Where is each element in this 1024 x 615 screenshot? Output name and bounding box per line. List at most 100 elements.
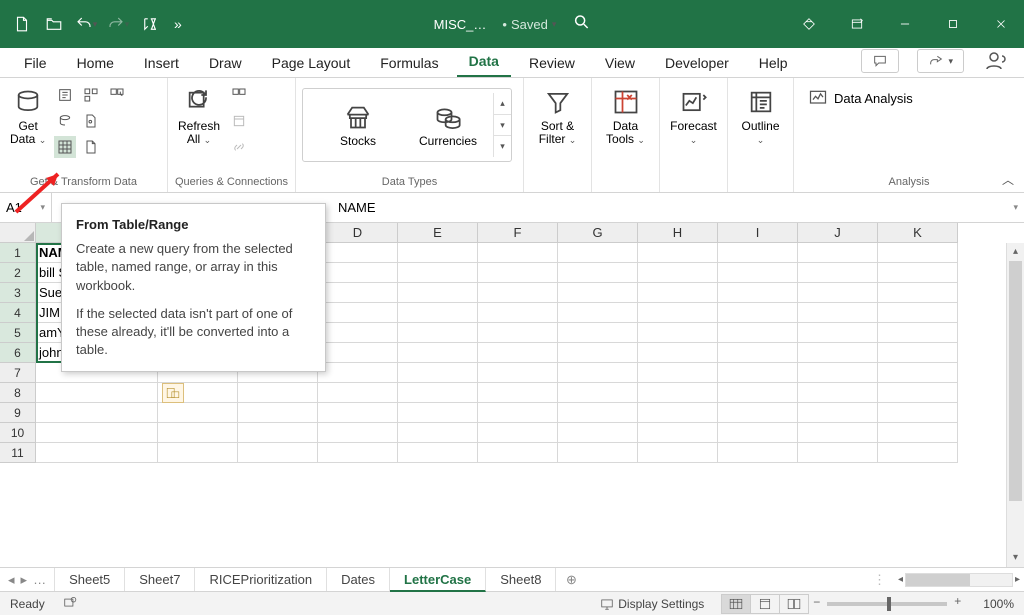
cell-I2[interactable] bbox=[718, 263, 798, 283]
cell-G1[interactable] bbox=[558, 243, 638, 263]
cell-H10[interactable] bbox=[638, 423, 718, 443]
cell-G5[interactable] bbox=[558, 323, 638, 343]
queries-connections-icon[interactable] bbox=[228, 84, 250, 106]
row-header-9[interactable]: 9 bbox=[0, 403, 36, 423]
cell-E9[interactable] bbox=[398, 403, 478, 423]
comments-button[interactable] bbox=[861, 49, 899, 73]
view-normal-button[interactable] bbox=[721, 594, 751, 614]
cell-D3[interactable] bbox=[318, 283, 398, 303]
cell-I5[interactable] bbox=[718, 323, 798, 343]
cell-K10[interactable] bbox=[878, 423, 958, 443]
redo-icon[interactable]: ▾ bbox=[104, 10, 132, 38]
cell-I7[interactable] bbox=[718, 363, 798, 383]
cell-J4[interactable] bbox=[798, 303, 878, 323]
refresh-all-button[interactable]: Refresh All ⌄ bbox=[174, 84, 224, 148]
cell-D11[interactable] bbox=[318, 443, 398, 463]
cell-K7[interactable] bbox=[878, 363, 958, 383]
cell-E11[interactable] bbox=[398, 443, 478, 463]
cell-J1[interactable] bbox=[798, 243, 878, 263]
add-sheet-button[interactable]: ⊕ bbox=[556, 568, 586, 591]
forecast-button[interactable]: Forecast⌄ bbox=[666, 84, 721, 148]
col-header-F[interactable]: F bbox=[478, 223, 558, 243]
cell-E8[interactable] bbox=[398, 383, 478, 403]
cell-D7[interactable] bbox=[318, 363, 398, 383]
cell-I4[interactable] bbox=[718, 303, 798, 323]
data-tools-button[interactable]: Data Tools ⌄ bbox=[602, 84, 649, 148]
cell-D4[interactable] bbox=[318, 303, 398, 323]
minimize-button[interactable] bbox=[882, 0, 928, 48]
col-header-D[interactable]: D bbox=[318, 223, 398, 243]
cell-F9[interactable] bbox=[478, 403, 558, 423]
cell-E3[interactable] bbox=[398, 283, 478, 303]
from-web-icon[interactable] bbox=[80, 84, 102, 106]
cell-D5[interactable] bbox=[318, 323, 398, 343]
row-header-6[interactable]: 6 bbox=[0, 343, 36, 363]
cell-K5[interactable] bbox=[878, 323, 958, 343]
cell-G8[interactable] bbox=[558, 383, 638, 403]
cell-K6[interactable] bbox=[878, 343, 958, 363]
cell-D1[interactable] bbox=[318, 243, 398, 263]
cell-J11[interactable] bbox=[798, 443, 878, 463]
view-page-break-button[interactable] bbox=[779, 594, 809, 614]
col-header-J[interactable]: J bbox=[798, 223, 878, 243]
zoom-slider[interactable] bbox=[827, 602, 947, 606]
cell-F8[interactable] bbox=[478, 383, 558, 403]
cell-D9[interactable] bbox=[318, 403, 398, 423]
sheet-tab-sheet7[interactable]: Sheet7 bbox=[125, 568, 195, 591]
sheet-tab-riceprioritization[interactable]: RICEPrioritization bbox=[195, 568, 327, 591]
sheet-tab-sheet5[interactable]: Sheet5 bbox=[55, 568, 125, 591]
from-picture-icon[interactable] bbox=[80, 110, 102, 132]
cell-A10[interactable] bbox=[36, 423, 158, 443]
display-settings-icon[interactable]: Display Settings bbox=[600, 597, 704, 611]
cell-D10[interactable] bbox=[318, 423, 398, 443]
cell-K3[interactable] bbox=[878, 283, 958, 303]
cell-E7[interactable] bbox=[398, 363, 478, 383]
row-header-7[interactable]: 7 bbox=[0, 363, 36, 383]
recent-sources-icon[interactable] bbox=[106, 84, 128, 106]
cell-B10[interactable] bbox=[158, 423, 238, 443]
cell-E4[interactable] bbox=[398, 303, 478, 323]
sort-filter-button[interactable]: Sort & Filter ⌄ bbox=[535, 84, 581, 148]
cell-K11[interactable] bbox=[878, 443, 958, 463]
cell-K1[interactable] bbox=[878, 243, 958, 263]
cell-A8[interactable] bbox=[36, 383, 158, 403]
undo-icon[interactable]: ▾ bbox=[72, 10, 100, 38]
data-analysis-button[interactable]: Data Analysis bbox=[800, 84, 921, 112]
cell-C8[interactable] bbox=[238, 383, 318, 403]
saved-status[interactable]: • Saved ▾ bbox=[502, 17, 556, 32]
cell-I9[interactable] bbox=[718, 403, 798, 423]
col-header-E[interactable]: E bbox=[398, 223, 478, 243]
cell-G11[interactable] bbox=[558, 443, 638, 463]
maximize-button[interactable] bbox=[930, 0, 976, 48]
stocks-button[interactable]: Stocks bbox=[313, 99, 403, 150]
macro-record-icon[interactable] bbox=[63, 595, 77, 612]
cell-K8[interactable] bbox=[878, 383, 958, 403]
col-header-G[interactable]: G bbox=[558, 223, 638, 243]
new-file-icon[interactable] bbox=[8, 10, 36, 38]
cell-H4[interactable] bbox=[638, 303, 718, 323]
diamond-icon[interactable] bbox=[786, 0, 832, 48]
cell-E2[interactable] bbox=[398, 263, 478, 283]
tab-home[interactable]: Home bbox=[65, 51, 126, 77]
cell-G4[interactable] bbox=[558, 303, 638, 323]
sort-icon[interactable] bbox=[136, 10, 164, 38]
cell-J2[interactable] bbox=[798, 263, 878, 283]
row-header-11[interactable]: 11 bbox=[0, 443, 36, 463]
cell-K2[interactable] bbox=[878, 263, 958, 283]
cell-A9[interactable] bbox=[36, 403, 158, 423]
cell-H5[interactable] bbox=[638, 323, 718, 343]
tab-review[interactable]: Review bbox=[517, 51, 587, 77]
cell-G3[interactable] bbox=[558, 283, 638, 303]
cell-J3[interactable] bbox=[798, 283, 878, 303]
tab-file[interactable]: File bbox=[12, 51, 59, 77]
cell-G2[interactable] bbox=[558, 263, 638, 283]
paste-options-button[interactable] bbox=[162, 383, 184, 403]
cell-A11[interactable] bbox=[36, 443, 158, 463]
tab-developer[interactable]: Developer bbox=[653, 51, 741, 77]
cell-I6[interactable] bbox=[718, 343, 798, 363]
cell-K4[interactable] bbox=[878, 303, 958, 323]
cell-F5[interactable] bbox=[478, 323, 558, 343]
cell-K9[interactable] bbox=[878, 403, 958, 423]
sheet-tab-dates[interactable]: Dates bbox=[327, 568, 390, 591]
cell-J6[interactable] bbox=[798, 343, 878, 363]
